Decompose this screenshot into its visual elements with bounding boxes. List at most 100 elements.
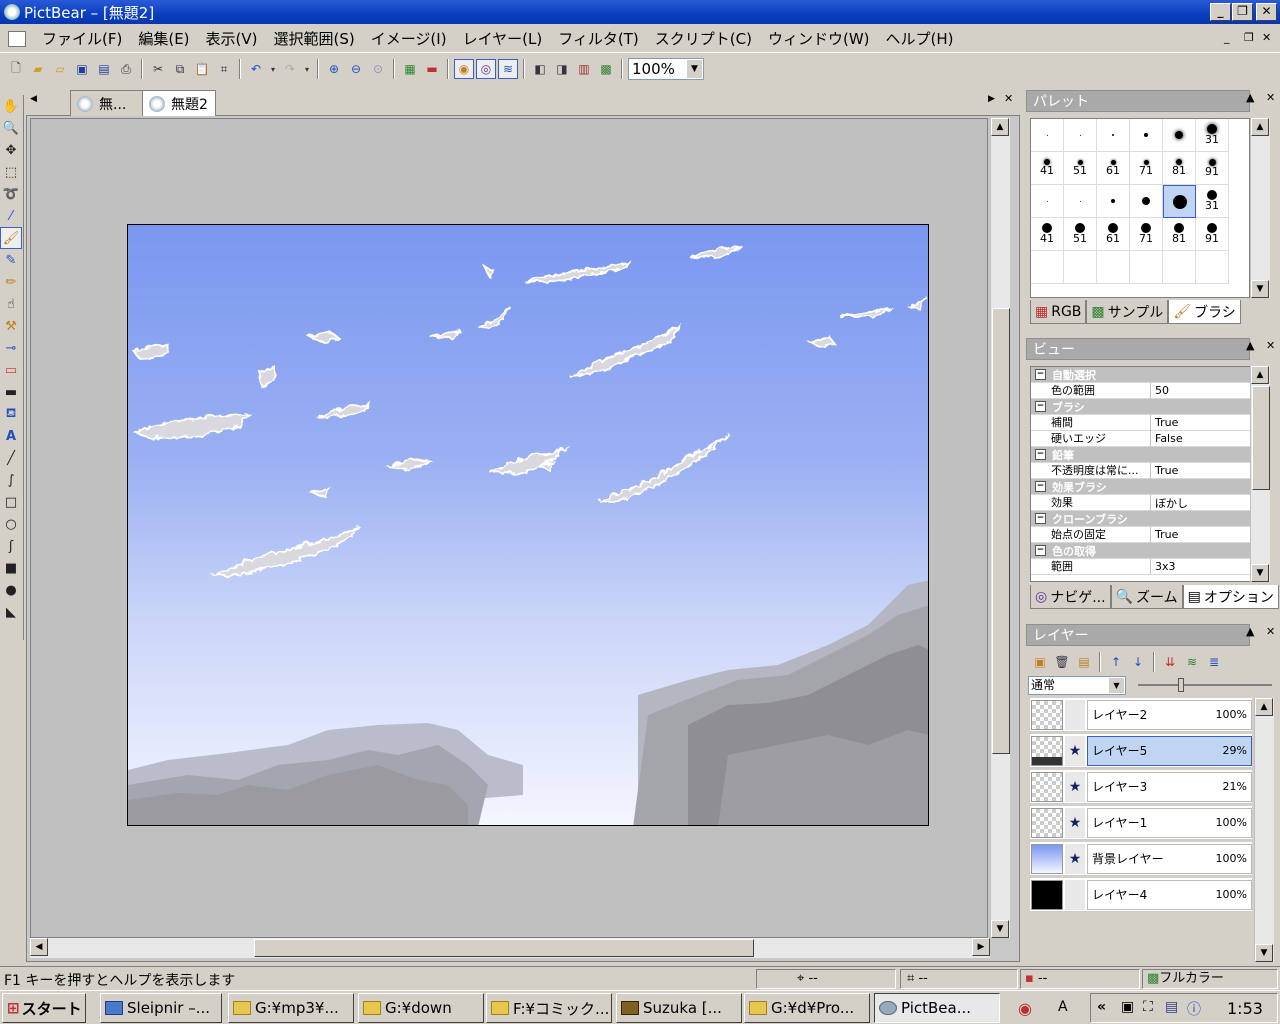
brush-preset[interactable]: 91: [1196, 218, 1229, 251]
channel-mono-icon[interactable]: ◨: [552, 59, 572, 79]
undo-dropdown-icon[interactable]: ▾: [268, 59, 278, 79]
layer-label[interactable]: レイヤー4 100%: [1087, 879, 1252, 910]
visibility-toggle[interactable]: ★: [1065, 843, 1085, 874]
zoom-tool-icon[interactable]: 🔍: [0, 117, 22, 139]
collapse-icon[interactable]: −: [1035, 481, 1046, 492]
tray-expand-icon[interactable]: «: [1097, 999, 1106, 1015]
visibility-toggle[interactable]: ★: [1065, 735, 1085, 766]
ime-icon[interactable]: A: [1058, 999, 1068, 1015]
property-category[interactable]: − 自動選択: [1031, 367, 1251, 383]
collapse-icon[interactable]: −: [1035, 513, 1046, 524]
scroll-thumb[interactable]: [992, 308, 1010, 754]
brush-preset[interactable]: [1130, 119, 1163, 152]
zoom-out-icon[interactable]: ⊖: [346, 59, 366, 79]
menu-help[interactable]: ヘルプ(H): [878, 28, 962, 49]
channel-gray-icon[interactable]: ◧: [530, 59, 550, 79]
brush-preset[interactable]: [1031, 185, 1064, 218]
quicklaunch-icon[interactable]: ◉: [1018, 999, 1032, 1018]
property-row[interactable]: 色の範囲 50: [1031, 382, 1251, 399]
visibility-toggle[interactable]: [1065, 879, 1085, 910]
redo-icon[interactable]: ↷: [280, 59, 300, 79]
menu-view[interactable]: 表示(V): [198, 28, 266, 49]
maximize-button[interactable]: ❐: [1232, 3, 1253, 21]
opacity-slider-thumb[interactable]: [1178, 678, 1185, 692]
scroll-up-icon[interactable]: ▲: [991, 118, 1009, 136]
layer-label[interactable]: 背景レイヤー 100%: [1087, 843, 1252, 874]
vertical-scrollbar[interactable]: ▲ ▼: [990, 118, 1010, 938]
brush-preset[interactable]: 31: [1196, 185, 1229, 218]
menu-filter[interactable]: フィルタ(T): [550, 28, 647, 49]
property-category[interactable]: − 鉛筆: [1031, 447, 1251, 463]
property-row[interactable]: 不透明度は常に... True: [1031, 462, 1251, 479]
horizontal-scrollbar[interactable]: ◀ ▶: [30, 938, 990, 958]
brush-preset[interactable]: [1097, 185, 1130, 218]
open-recent-icon[interactable]: ▱: [50, 59, 70, 79]
brush-preset[interactable]: 31: [1196, 119, 1229, 152]
scroll-down-icon[interactable]: ▼: [1255, 944, 1273, 962]
panel-close-icon[interactable]: ✕: [1266, 625, 1275, 638]
tray-monitor-icon[interactable]: ▤: [1165, 999, 1178, 1015]
eraser-icon[interactable]: ▭: [0, 359, 22, 381]
tab-options[interactable]: ▤ オプション: [1182, 585, 1279, 609]
undo-icon[interactable]: ↶: [246, 59, 266, 79]
minimize-button[interactable]: _: [1210, 3, 1231, 21]
property-row[interactable]: 始点の固定 True: [1031, 526, 1251, 543]
tab-scroll-left-icon[interactable]: ◀: [30, 94, 37, 104]
filled-poly-icon[interactable]: ◣: [0, 601, 22, 623]
menu-edit[interactable]: 編集(E): [130, 28, 197, 49]
opacity-slider[interactable]: [1138, 678, 1272, 692]
collapse-icon[interactable]: −: [1035, 369, 1046, 380]
start-button[interactable]: ⊞ スタート: [2, 993, 86, 1023]
brush-slot-empty[interactable]: [1064, 251, 1097, 284]
copy-icon[interactable]: ⧉: [170, 59, 190, 79]
brush-slot-empty[interactable]: [1163, 251, 1196, 284]
task-folder-down[interactable]: G:¥down: [358, 993, 484, 1023]
finger-tool-icon[interactable]: ☝: [0, 293, 22, 315]
tray-network-icon[interactable]: ⛶: [1143, 999, 1153, 1015]
new-file-icon[interactable]: 🗋: [6, 59, 26, 79]
task-suzuka[interactable]: Suzuka [...: [616, 993, 742, 1023]
cut-icon[interactable]: ✂: [148, 59, 168, 79]
task-folder-pro[interactable]: G:¥d¥Pro...: [744, 993, 870, 1023]
property-row[interactable]: 範囲 3x3: [1031, 558, 1251, 575]
brush-preset[interactable]: [1163, 185, 1196, 218]
brush-preset[interactable]: 41: [1031, 152, 1064, 185]
brush-slot-empty[interactable]: [1130, 251, 1163, 284]
print-icon[interactable]: ⎙: [116, 59, 136, 79]
clone-brush-icon[interactable]: ⚒: [0, 315, 22, 337]
save-all-icon[interactable]: ▤: [94, 59, 114, 79]
chevron-down-icon[interactable]: ▼: [1109, 678, 1124, 693]
collapse-icon[interactable]: −: [1035, 401, 1046, 412]
visibility-toggle[interactable]: ★: [1065, 807, 1085, 838]
property-category[interactable]: − クローンブラシ: [1031, 511, 1251, 527]
brush-slot-empty[interactable]: [1031, 251, 1064, 284]
magic-wand-icon[interactable]: ⁄: [0, 205, 22, 227]
brush-preset[interactable]: 41: [1031, 218, 1064, 251]
rect-select-icon[interactable]: ⬚: [0, 161, 22, 183]
paste-icon[interactable]: 📋: [192, 59, 212, 79]
tab-navigator[interactable]: ◎ ナビゲ...: [1030, 585, 1111, 609]
image-canvas[interactable]: [127, 224, 929, 826]
scroll-down-icon[interactable]: ▼: [1251, 280, 1269, 298]
text-tool-icon[interactable]: A: [0, 425, 22, 447]
filled-ellipse-icon[interactable]: ●: [0, 579, 22, 601]
brush-preset[interactable]: [1064, 119, 1097, 152]
brush-preset[interactable]: 91: [1196, 152, 1229, 185]
eyedropper-icon[interactable]: ⊸: [0, 337, 22, 359]
app-icon[interactable]: [4, 4, 20, 20]
tab-rgb[interactable]: ▦ RGB: [1030, 300, 1087, 324]
task-pictbear[interactable]: PictBea...: [874, 993, 1000, 1023]
tab-sample[interactable]: ▩ サンプル: [1086, 300, 1169, 324]
property-row[interactable]: 効果 ぼかし: [1031, 494, 1251, 511]
property-value[interactable]: 50: [1151, 384, 1169, 397]
document-icon[interactable]: [8, 30, 26, 47]
scroll-up-icon[interactable]: ▲: [1251, 366, 1269, 384]
panel-close-icon[interactable]: ✕: [1266, 339, 1275, 352]
scroll-thumb[interactable]: [254, 939, 754, 957]
brush-preset[interactable]: 51: [1064, 218, 1097, 251]
property-category[interactable]: − 効果ブラシ: [1031, 479, 1251, 495]
visibility-toggle[interactable]: ★: [1065, 771, 1085, 802]
layer-toggle-icon[interactable]: ≋: [498, 59, 518, 79]
open-folder-icon[interactable]: ▰: [28, 59, 48, 79]
palette-toggle-icon[interactable]: ◉: [454, 59, 474, 79]
